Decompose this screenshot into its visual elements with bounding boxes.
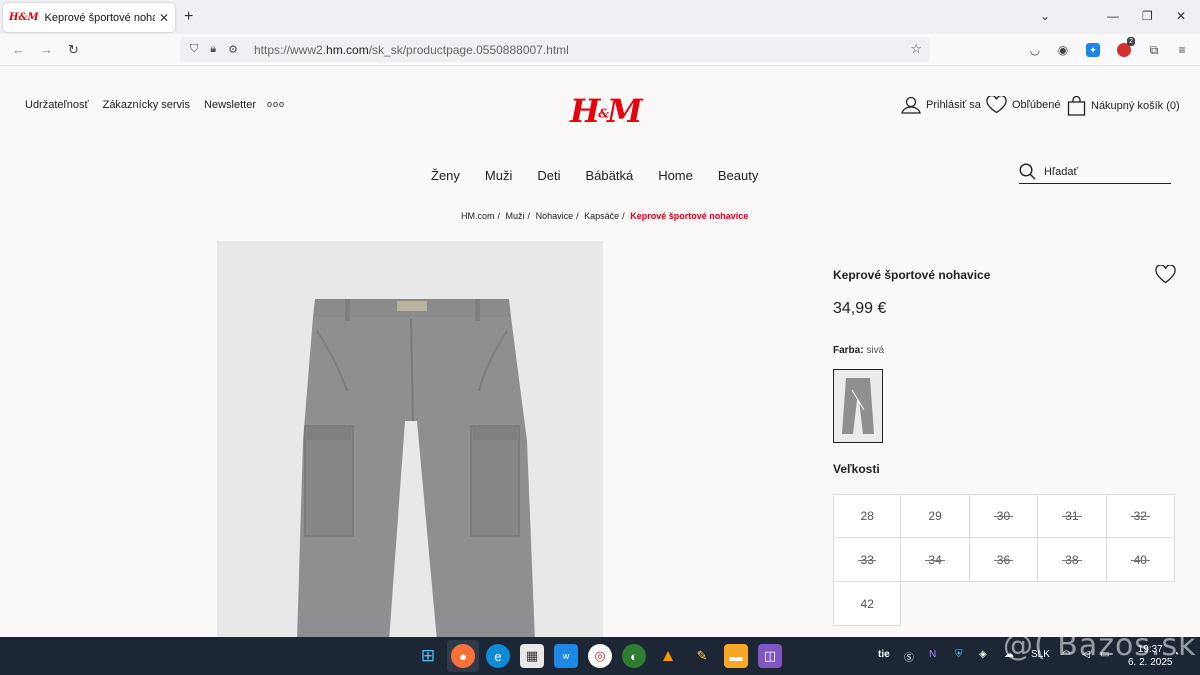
- link-sustainability[interactable]: Udržateľnosť: [25, 99, 89, 111]
- tab-title: Keprové športové nohavice - sk: [44, 11, 155, 24]
- menu-icon[interactable]: ≡: [1175, 43, 1189, 57]
- tray-text[interactable]: tie: [878, 649, 890, 660]
- extensions-puzzle-icon[interactable]: ⧉: [1147, 43, 1161, 57]
- nav-baby[interactable]: Bábätká: [585, 168, 633, 183]
- windows-start-icon[interactable]: ⊞: [416, 644, 440, 668]
- size-option-33[interactable]: 33: [833, 538, 902, 582]
- firefox-icon[interactable]: ●: [451, 644, 475, 668]
- nav-women[interactable]: Ženy: [431, 168, 460, 183]
- back-icon[interactable]: ←: [12, 42, 25, 57]
- browser-tab[interactable]: H&M Keprové športové nohavice - sk ✕: [3, 3, 175, 32]
- top-links: Udržateľnosť Zákaznícky servis Newslette…: [25, 99, 256, 111]
- product-image[interactable]: [217, 241, 603, 641]
- breadcrumb-current: Keprové športové nohavice: [630, 211, 749, 221]
- size-option-32[interactable]: 32: [1106, 494, 1175, 538]
- nav-home[interactable]: Home: [658, 168, 693, 183]
- size-option-34[interactable]: 34: [901, 538, 970, 582]
- pants-image: [297, 299, 535, 641]
- breadcrumb-item[interactable]: Nohavice: [536, 211, 574, 221]
- extension-bird-icon[interactable]: ✦: [1086, 43, 1100, 57]
- browser-tab-bar: H&M Keprové športové nohavice - sk ✕ + ⌄…: [0, 0, 1200, 34]
- close-tab-icon[interactable]: ✕: [159, 11, 169, 25]
- minimize-icon[interactable]: —: [1107, 9, 1119, 23]
- url-text[interactable]: https://www2.hm.com/sk_sk/productpage.05…: [254, 43, 569, 57]
- login-label: Prihlásiť sa: [926, 99, 981, 111]
- shopping-bag-icon: [1067, 96, 1086, 116]
- user-icon: [901, 96, 921, 114]
- search-icon: [1019, 163, 1036, 180]
- earth-icon[interactable]: ◐: [622, 644, 646, 668]
- size-option-28[interactable]: 28: [833, 494, 902, 538]
- nav-men[interactable]: Muži: [485, 168, 512, 183]
- new-tab-icon[interactable]: +: [184, 8, 193, 26]
- breadcrumb-item[interactable]: Muži: [506, 211, 525, 221]
- add-to-favorites-button[interactable]: [1155, 264, 1176, 289]
- permissions-icon[interactable]: ⚙: [228, 43, 238, 56]
- link-newsletter[interactable]: Newsletter: [204, 99, 256, 111]
- tools-icon[interactable]: ✎: [690, 644, 714, 668]
- account-icon[interactable]: ◉: [1056, 43, 1070, 57]
- onenote-icon[interactable]: N: [929, 649, 936, 660]
- shield-icon[interactable]: ⛉: [190, 43, 198, 56]
- size-option-31[interactable]: 31: [1038, 494, 1107, 538]
- product-price: 34,99 €: [833, 300, 887, 317]
- size-option-40[interactable]: 40: [1106, 538, 1175, 582]
- breadcrumb-item[interactable]: HM.com: [461, 211, 495, 221]
- breadcrumb: HM.com / Muži / Nohavice / Kapsáče / Keprové…: [461, 211, 749, 221]
- search-input[interactable]: Hľadať: [1019, 160, 1171, 184]
- app-purple-icon[interactable]: ◫: [758, 644, 782, 668]
- nav-kids[interactable]: Deti: [537, 168, 560, 183]
- nav-beauty[interactable]: Beauty: [718, 168, 758, 183]
- size-option-36[interactable]: 36: [969, 538, 1039, 582]
- pocket-icon[interactable]: ◡: [1028, 43, 1042, 57]
- product-name: Keprové športové nohavice: [833, 268, 991, 282]
- restore-icon[interactable]: ❐: [1142, 9, 1153, 23]
- color-label: Farba: sivá: [833, 345, 885, 356]
- favorites-link[interactable]: Obľúbené: [986, 96, 1060, 114]
- reload-icon[interactable]: ↻: [68, 42, 79, 58]
- hm-favicon-icon: H&M: [9, 12, 39, 23]
- cart-link[interactable]: Nákupný košík (0): [1067, 96, 1180, 116]
- size-option-30[interactable]: 30: [969, 494, 1039, 538]
- browser-nav-bar: ← → ↻ ⛉ 🔒︎ ⚙ https://www2.hm.com/sk_sk/p…: [0, 34, 1200, 66]
- cart-label: Nákupný košík (0): [1091, 100, 1180, 112]
- skype-icon[interactable]: Ⓢ: [904, 649, 914, 664]
- color-swatch[interactable]: [833, 369, 883, 443]
- heart-icon: [986, 96, 1007, 114]
- size-option-29[interactable]: 29: [901, 494, 970, 538]
- close-window-icon[interactable]: ✕: [1176, 9, 1186, 23]
- file-explorer-icon[interactable]: ▬: [724, 644, 748, 668]
- search-placeholder: Hľadať: [1044, 165, 1078, 178]
- favorites-label: Obľúbené: [1012, 99, 1061, 111]
- sizes-title: Veľkosti: [833, 462, 880, 476]
- edge-icon[interactable]: e: [486, 644, 510, 668]
- bazos-watermark: @( Bazos.sk: [1003, 628, 1197, 663]
- size-option-38[interactable]: 38: [1038, 538, 1107, 582]
- bookmark-star-icon[interactable]: ☆: [910, 41, 922, 57]
- store-icon[interactable]: ▦: [520, 644, 544, 668]
- size-grid: 28 29 30 31 32 33 34 36 38 40 42: [833, 494, 1175, 626]
- main-nav: Ženy Muži Deti Bábätká Home Beauty: [431, 168, 758, 183]
- forward-icon[interactable]: →: [40, 42, 53, 57]
- vlc-icon[interactable]: ▲: [656, 644, 680, 668]
- shield-tray-icon[interactable]: ⛨: [955, 649, 963, 660]
- swatch-thumbnail: [842, 378, 874, 434]
- more-dots-icon[interactable]: ooo: [267, 99, 285, 109]
- heart-icon: [1155, 264, 1176, 284]
- notification-badge: 2: [1127, 37, 1135, 46]
- defender-icon[interactable]: ◈: [979, 649, 987, 660]
- size-option-42[interactable]: 42: [833, 582, 902, 626]
- hm-logo[interactable]: H&M: [570, 92, 642, 130]
- link-customer-service[interactable]: Zákaznícky servis: [103, 99, 190, 111]
- tab-list-chevron-icon[interactable]: ⌄: [1040, 9, 1050, 23]
- color-value: sivá: [866, 345, 885, 356]
- app-red-icon[interactable]: ◎: [588, 644, 612, 668]
- breadcrumb-item[interactable]: Kapsáče: [584, 211, 619, 221]
- wsp-icon[interactable]: w: [554, 644, 578, 668]
- url-bar[interactable]: ⛉ 🔒︎ ⚙ https://www2.hm.com/sk_sk/product…: [180, 37, 930, 62]
- extension-badge-icon[interactable]: 2: [1117, 37, 1135, 57]
- lock-icon[interactable]: 🔒︎: [210, 43, 216, 56]
- login-link[interactable]: Prihlásiť sa: [901, 96, 981, 114]
